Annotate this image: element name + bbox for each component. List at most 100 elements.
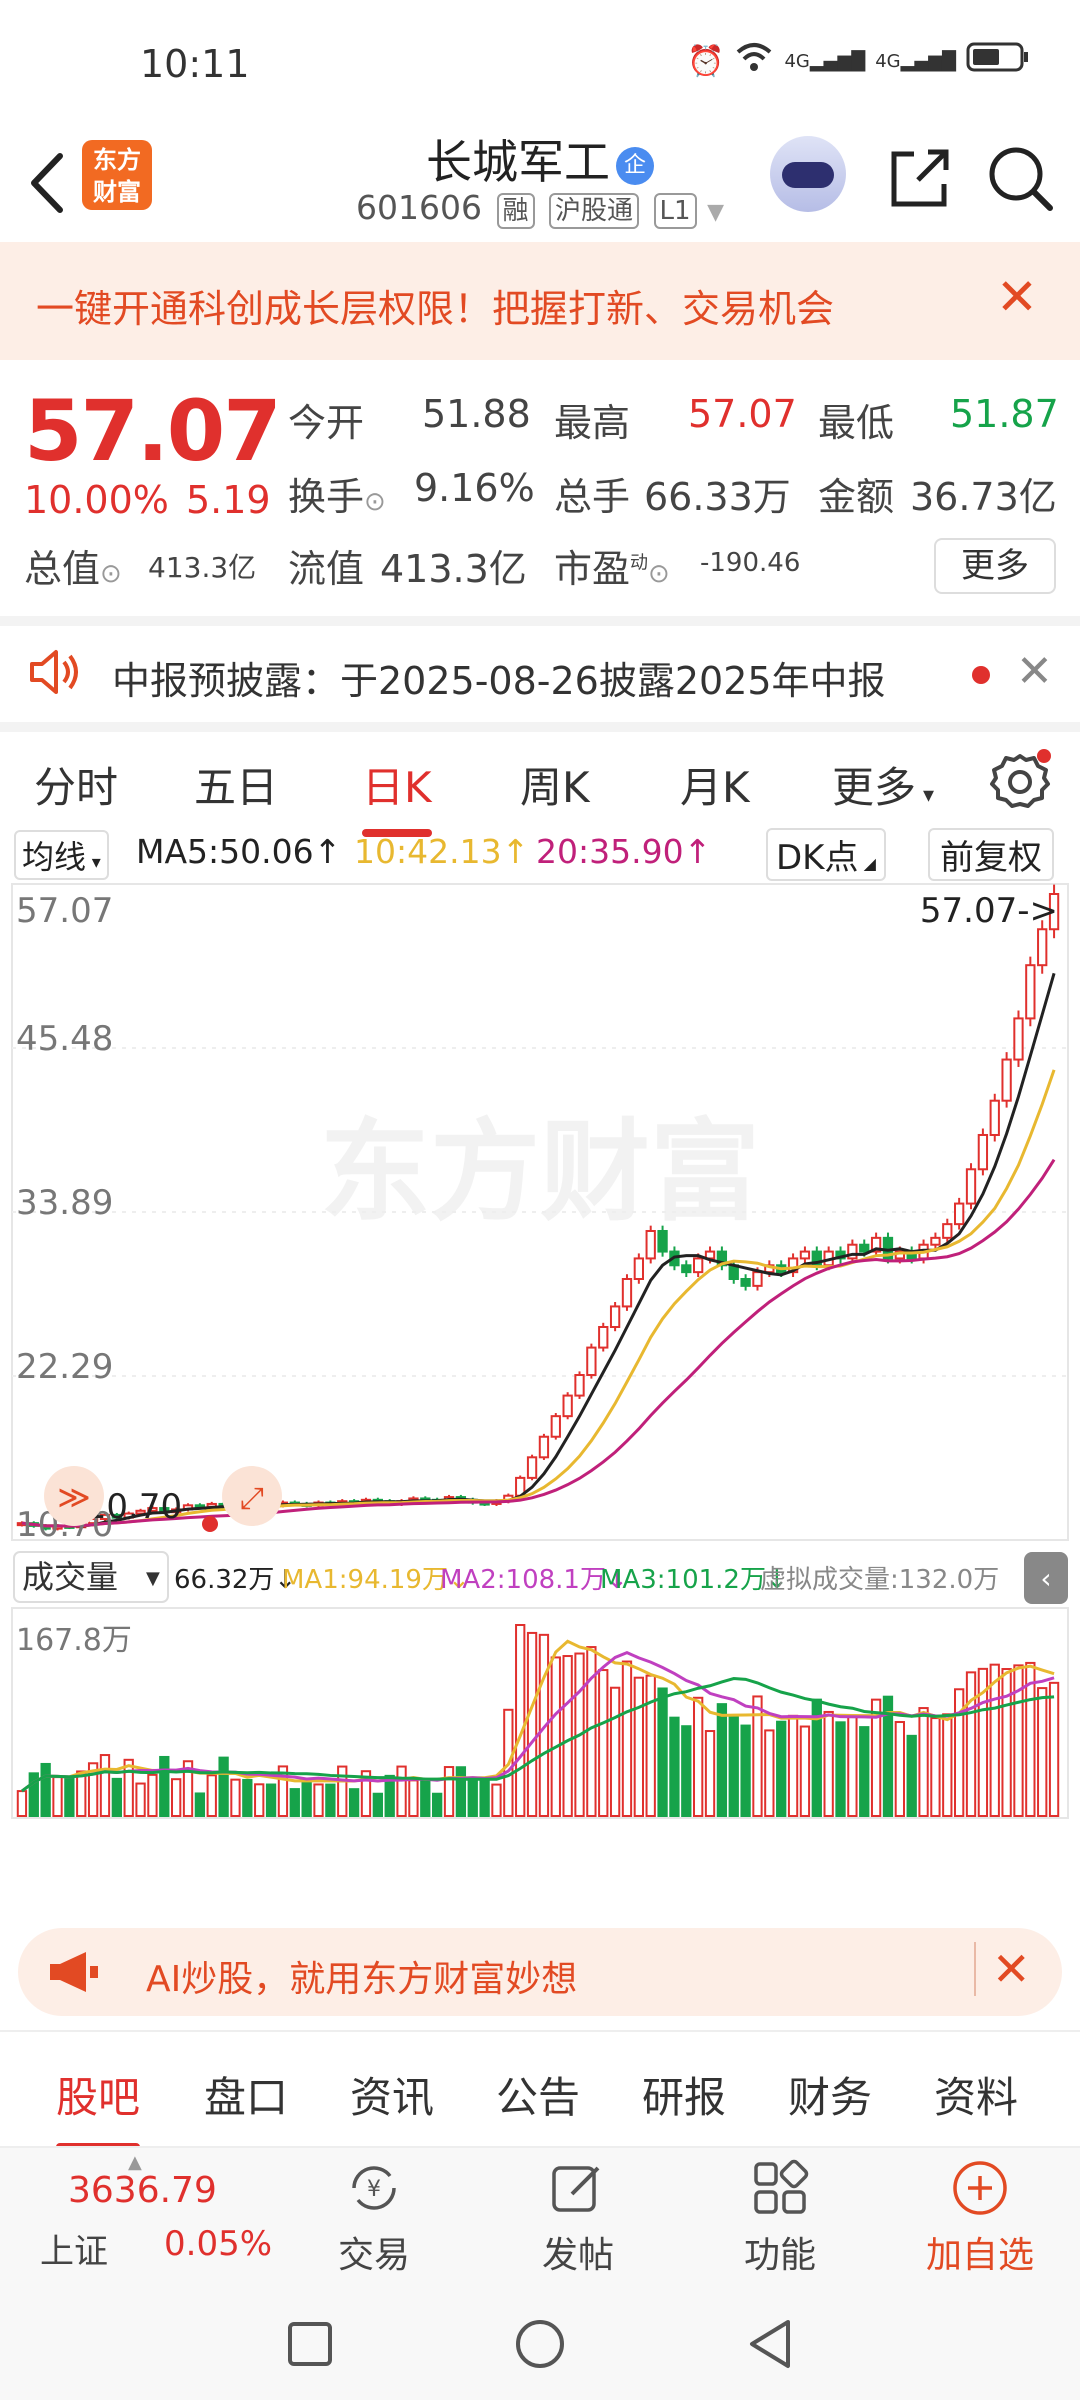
wifi-icon [734, 40, 774, 82]
volume-bar [799, 1725, 811, 1818]
candle-body [681, 1264, 692, 1274]
alarm-icon: ⏰ [687, 43, 725, 79]
expand-left-icon[interactable]: ≫ [44, 1466, 104, 1526]
signal-icon: 4G▂▄▆█ [875, 50, 956, 72]
tab-monthly-k[interactable]: 月K [680, 754, 750, 815]
chart-tabs: 分时 五日 日K 周K 月K 更多 ▾ [0, 722, 1080, 837]
volume-bar [159, 1755, 170, 1817]
tab-five-day[interactable]: 五日 [194, 754, 278, 815]
tab-finance[interactable]: 财务 [788, 2064, 872, 2125]
kline-chart[interactable]: 东方财富 57.07 45.48 33.89 22.29 10.70 57.07… [0, 880, 1080, 1897]
status-bar: 10:11 ⏰ 4G▂▄▆█ 4G▂▄▆█ [0, 0, 1080, 120]
edit-icon [548, 2158, 608, 2222]
ma10-value: 10:42.13↑ [354, 832, 530, 871]
volume-bar [989, 1663, 1000, 1818]
current-price-marker: 57.07-> [920, 891, 1058, 931]
adjust-selector[interactable]: 前复权 [928, 828, 1054, 881]
change-amount: 5.19 [186, 478, 271, 522]
virtual-volume: 虚拟成交量:132.0万 [760, 1565, 999, 1595]
close-icon[interactable]: ✕ [996, 272, 1038, 322]
volume-bar [230, 1778, 241, 1817]
report-notice[interactable]: 中报预披露：于2025-08-26披露2025年中报 ✕ [0, 616, 1080, 716]
ai-banner[interactable]: AI炒股，就用东方财富妙想 ✕ [18, 1928, 1062, 2016]
low-label: 最低 [818, 401, 895, 445]
add-watchlist-button[interactable]: 加自选 [900, 2148, 1060, 2288]
volume-bar [443, 1766, 455, 1817]
more-button[interactable]: 更多 [934, 538, 1056, 594]
low-point-dot [202, 1516, 218, 1532]
volume-bar [254, 1783, 265, 1818]
mcap-value: 413.3亿 [148, 551, 257, 584]
volume-bar [337, 1765, 348, 1818]
pe-value: -190.46 [700, 548, 801, 578]
back-nav-icon[interactable] [744, 2318, 796, 2374]
share-icon[interactable] [884, 144, 954, 214]
volume-bar [265, 1783, 277, 1817]
margin-tag: 融 [496, 193, 535, 229]
candle-body [954, 1202, 965, 1226]
ai-assistant-icon[interactable] [770, 136, 846, 212]
volume-bar [526, 1631, 538, 1817]
volume-bar [289, 1788, 300, 1818]
connect-tag: 沪股通 [549, 193, 640, 229]
open-label: 今开 [288, 401, 365, 445]
bottom-toolbar: ▲ 3636.79 上证 0.05% ¥ 交易 发帖 功能 加自选 [0, 2146, 1080, 2286]
tab-orderbook[interactable]: 盘口 [204, 2064, 288, 2125]
tab-more[interactable]: 更多 ▾ [832, 754, 934, 815]
candle-body [621, 1278, 633, 1308]
tab-intraday[interactable]: 分时 [34, 754, 118, 815]
tab-news[interactable]: 资讯 [350, 2064, 434, 2125]
candle-body [930, 1236, 941, 1246]
volume-bar [728, 1715, 739, 1817]
collapse-panel-icon[interactable]: ‹ [1024, 1552, 1068, 1604]
close-icon[interactable]: ✕ [1016, 646, 1053, 697]
candle-body [657, 1229, 668, 1253]
index-value: 3636.79 [68, 2170, 217, 2211]
svg-text:‹: ‹ [1040, 1562, 1051, 1595]
index-ticker[interactable]: ▲ 3636.79 上证 0.05% [0, 2148, 290, 2288]
candle-body [1037, 928, 1048, 967]
volume-bar [550, 1656, 561, 1818]
close-icon[interactable]: ✕ [974, 1942, 1031, 1996]
home-icon[interactable] [514, 2318, 566, 2374]
volume-bar [479, 1779, 490, 1818]
volume-bar [171, 1778, 182, 1817]
volume-bar [313, 1783, 324, 1817]
amount-label: 金额 [818, 475, 895, 519]
promo-banner[interactable]: 一键开通科创成长层权限！把握打新、交易机会 ✕ [0, 242, 1080, 360]
volume-bar [40, 1762, 51, 1818]
amount-value: 36.73亿 [910, 475, 1057, 519]
tab-weekly-k[interactable]: 周K [520, 754, 590, 815]
dk-point-selector[interactable]: DK点 ◢ [766, 828, 886, 881]
unread-dot [972, 666, 990, 684]
grid-icon [750, 2158, 810, 2222]
mcap-label: 总值⊙ [24, 547, 122, 591]
search-icon[interactable] [984, 142, 1056, 214]
candle-body [574, 1374, 585, 1397]
settings-icon[interactable] [988, 748, 1052, 816]
tab-forum[interactable]: 股吧 [56, 2064, 141, 2151]
trade-button[interactable]: ¥ 交易 [294, 2148, 454, 2288]
volume-bar [609, 1686, 621, 1818]
recent-apps-icon[interactable] [286, 2320, 334, 2372]
turnover-value: 9.16% [414, 466, 535, 510]
volume-bar [242, 1778, 253, 1818]
volume-bar [657, 1687, 668, 1818]
fullscreen-icon[interactable]: ⤢ [222, 1466, 282, 1526]
index-name: 上证 [40, 2232, 108, 2272]
volume-bar [621, 1660, 633, 1817]
axis-label-2: 45.48 [16, 1019, 113, 1059]
candle-body [859, 1243, 870, 1253]
candle-body [562, 1394, 573, 1418]
features-button[interactable]: 功能 [700, 2148, 860, 2288]
tab-daily-k[interactable]: 日K [362, 754, 432, 837]
post-button[interactable]: 发帖 [498, 2148, 658, 2288]
change-percent: 10.00% [24, 478, 169, 522]
tab-research[interactable]: 研报 [642, 2064, 726, 2125]
tab-profile[interactable]: 资料 [934, 2064, 1018, 2125]
volume-bar [859, 1726, 870, 1818]
kline-svg[interactable]: 东方财富 57.07 45.48 33.89 22.29 10.70 57.07… [0, 880, 1080, 1897]
ma-selector[interactable]: 均线 ▾ [14, 830, 109, 880]
volume-bar [740, 1724, 751, 1818]
tab-announcements[interactable]: 公告 [496, 2064, 580, 2125]
